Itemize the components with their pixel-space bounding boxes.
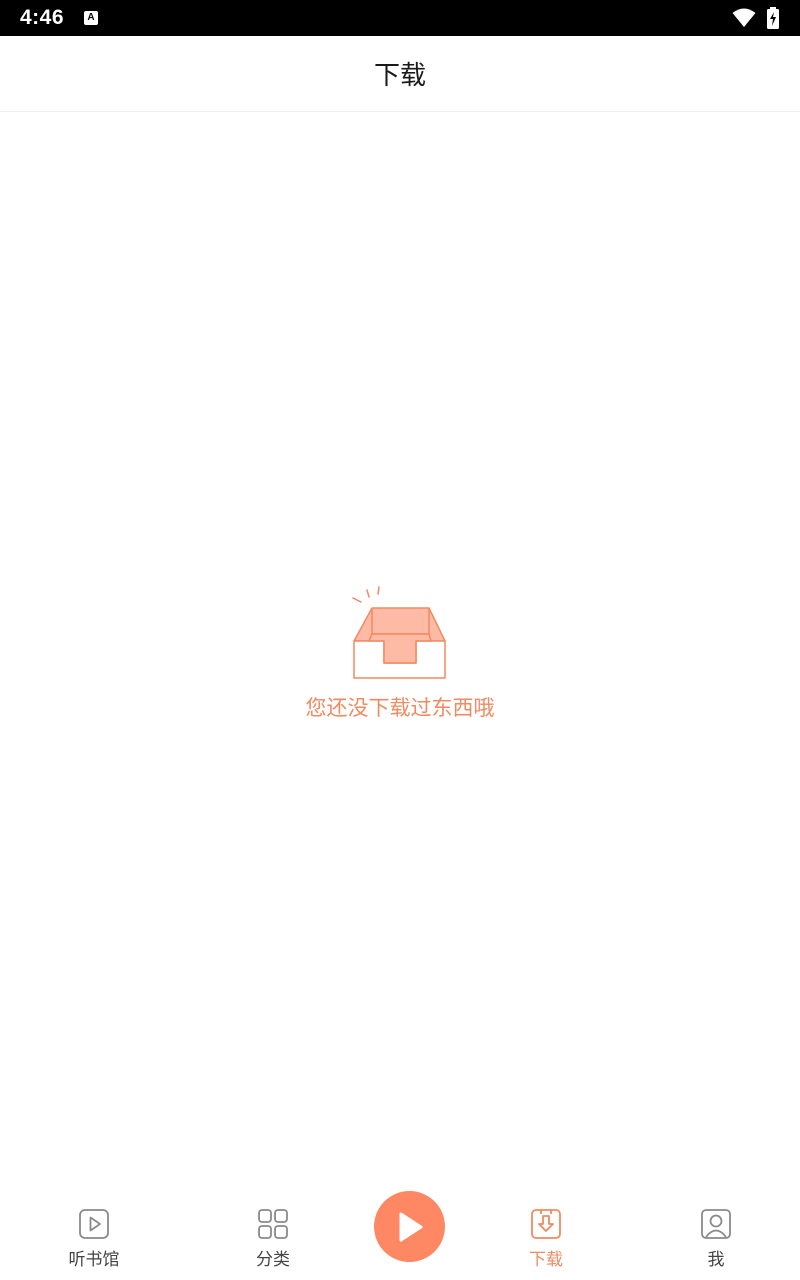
status-icons: [732, 7, 780, 29]
download-icon: [531, 1209, 561, 1239]
battery-charging-icon: [767, 7, 779, 29]
nav-item-category[interactable]: 分类: [213, 1208, 333, 1272]
nav-item-listening-hall[interactable]: 听书馆: [34, 1208, 154, 1272]
play-button[interactable]: [374, 1191, 445, 1262]
download-list-area: 您还没下载过东西哦: [0, 112, 800, 1180]
nav-label-me: 我: [707, 1250, 725, 1270]
notification-glyph: A: [87, 12, 95, 23]
empty-message: 您还没下载过东西哦: [305, 696, 495, 720]
nav-label-listening-hall: 听书馆: [68, 1250, 120, 1270]
wifi-icon: [732, 8, 756, 27]
notification-icon: A: [84, 11, 99, 25]
status-bar: 4:46 A: [0, 0, 800, 36]
empty-inbox-icon: [352, 586, 446, 679]
nav-label-category: 分类: [256, 1250, 290, 1270]
nav-label-download: 下载: [529, 1250, 563, 1270]
grid-icon: [258, 1209, 288, 1239]
nav-item-download[interactable]: 下载: [486, 1208, 606, 1272]
play-icon: [399, 1212, 422, 1241]
play-square-icon: [79, 1209, 109, 1239]
app-bar: 下载: [0, 36, 800, 112]
profile-icon: [701, 1209, 731, 1239]
bottom-nav: 听书馆 分类 下载 我: [0, 1180, 800, 1280]
status-time: 4:46: [20, 6, 65, 29]
page-title: 下载: [373, 61, 426, 91]
nav-item-me[interactable]: 我: [656, 1208, 776, 1272]
